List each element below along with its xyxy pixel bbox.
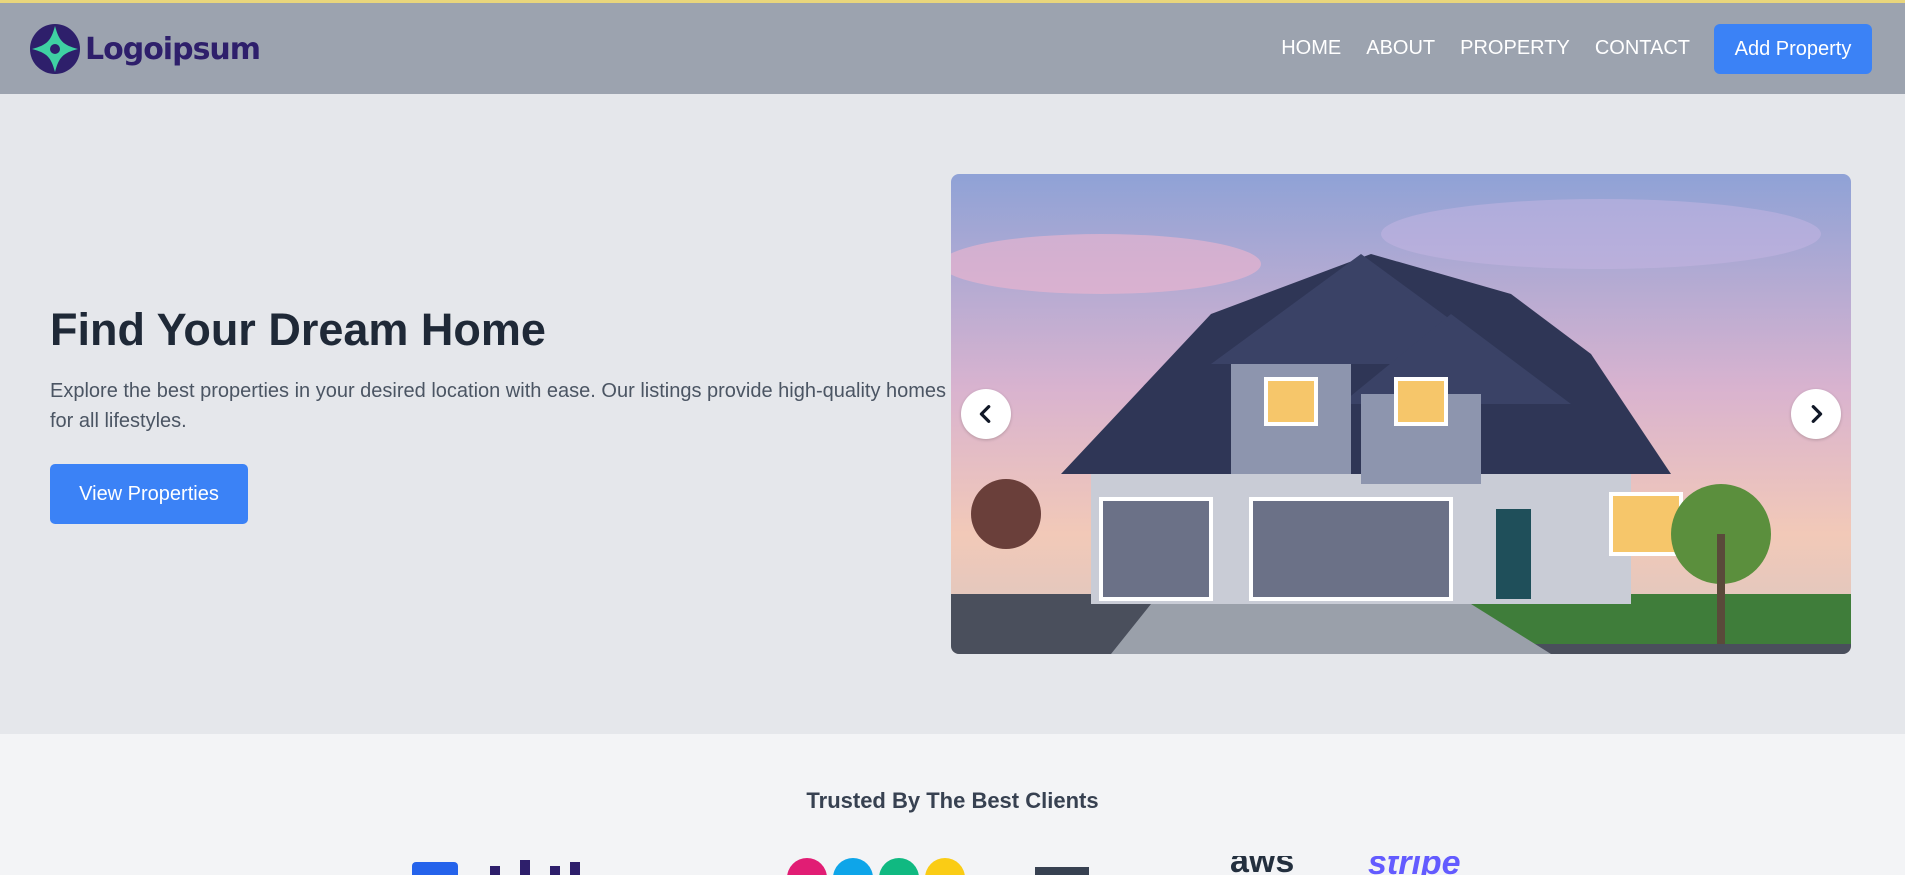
brand-logo[interactable]: Logoipsum (29, 23, 261, 75)
client-logo-3 (787, 858, 965, 875)
nav-about[interactable]: ABOUT (1366, 37, 1435, 60)
client-logos-strip: aws stripe (0, 856, 1905, 875)
view-properties-button[interactable]: View Properties (50, 464, 248, 524)
hero-description: Explore the best properties in your desi… (50, 380, 947, 432)
logo-icon (30, 24, 80, 74)
chevron-left-icon (979, 405, 991, 423)
house-image (951, 174, 1851, 654)
carousel-next-button[interactable] (1791, 389, 1841, 439)
add-property-button[interactable]: Add Property (1714, 24, 1872, 74)
property-carousel (951, 174, 1851, 654)
nav-contact[interactable]: CONTACT (1595, 37, 1690, 60)
client-logo-1 (412, 862, 458, 875)
navbar: Logoipsum HOME ABOUT PROPERTY CONTACT Ad… (0, 3, 1905, 94)
hero-section: Find Your Dream Home Explore the best pr… (0, 94, 1905, 734)
nav-home[interactable]: HOME (1281, 37, 1341, 60)
carousel-prev-button[interactable] (961, 389, 1011, 439)
chevron-right-icon (1811, 405, 1823, 423)
clients-title: Trusted By The Best Clients (806, 788, 1099, 813)
hero-title: Find Your Dream Home (50, 304, 546, 355)
main-nav: HOME ABOUT PROPERTY CONTACT (1256, 3, 1690, 94)
nav-property[interactable]: PROPERTY (1460, 37, 1570, 60)
client-logo-2 (490, 860, 580, 875)
client-logo-stripe: stripe (1368, 856, 1461, 875)
brand-name: Logoipsum (85, 31, 261, 67)
client-logo-aws: aws (1230, 856, 1295, 875)
client-logo-4 (1035, 867, 1089, 875)
